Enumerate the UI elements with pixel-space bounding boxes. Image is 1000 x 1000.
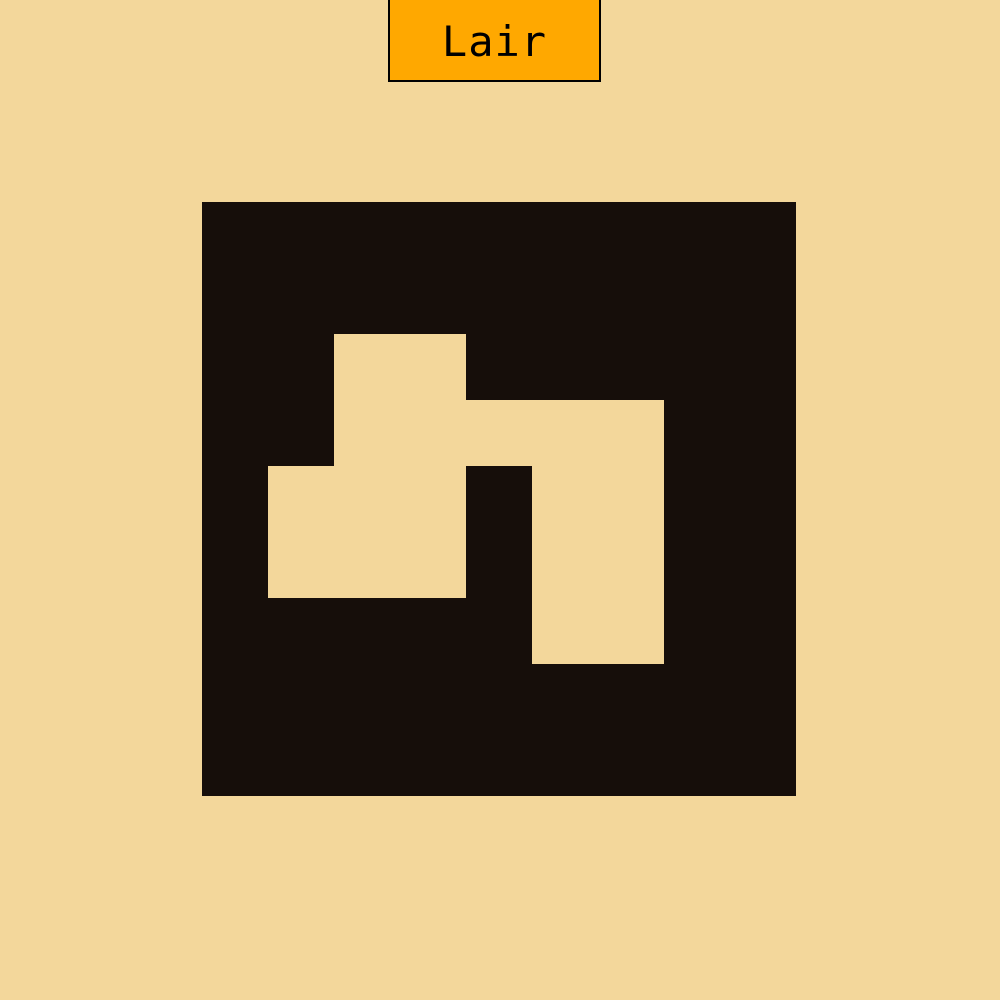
wall-tile	[664, 400, 730, 466]
wall-tile	[268, 664, 334, 730]
floor-tile	[334, 466, 400, 532]
wall-tile	[268, 202, 334, 268]
wall-tile	[730, 400, 796, 466]
wall-tile	[400, 268, 466, 334]
wall-tile	[334, 598, 400, 664]
wall-tile	[202, 334, 268, 400]
wall-tile	[466, 532, 532, 598]
wall-tile	[202, 730, 268, 796]
wall-tile	[202, 202, 268, 268]
wall-tile	[334, 202, 400, 268]
wall-tile	[598, 268, 664, 334]
wall-tile	[400, 202, 466, 268]
floor-tile	[598, 400, 664, 466]
wall-tile	[664, 664, 730, 730]
wall-tile	[730, 532, 796, 598]
floor-tile	[400, 334, 466, 400]
lair-map-grid	[202, 202, 796, 796]
wall-tile	[664, 202, 730, 268]
wall-tile	[532, 664, 598, 730]
wall-tile	[202, 598, 268, 664]
wall-tile	[268, 334, 334, 400]
floor-tile	[334, 334, 400, 400]
wall-tile	[730, 466, 796, 532]
wall-tile	[598, 202, 664, 268]
wall-tile	[202, 400, 268, 466]
location-title: Lair	[441, 16, 548, 66]
floor-tile	[532, 400, 598, 466]
location-title-tab: Lair	[388, 0, 601, 82]
game-screen: Lair	[0, 0, 1000, 1000]
wall-tile	[598, 664, 664, 730]
floor-tile	[334, 532, 400, 598]
wall-tile	[268, 268, 334, 334]
floor-tile	[598, 466, 664, 532]
wall-tile	[334, 268, 400, 334]
wall-tile	[334, 730, 400, 796]
wall-tile	[664, 532, 730, 598]
wall-tile	[466, 466, 532, 532]
floor-tile	[598, 598, 664, 664]
wall-tile	[598, 730, 664, 796]
wall-tile	[664, 730, 730, 796]
wall-tile	[268, 598, 334, 664]
wall-tile	[664, 598, 730, 664]
wall-tile	[664, 466, 730, 532]
wall-tile	[202, 466, 268, 532]
wall-tile	[730, 202, 796, 268]
floor-tile	[334, 400, 400, 466]
wall-tile	[532, 268, 598, 334]
wall-tile	[400, 664, 466, 730]
wall-tile	[400, 598, 466, 664]
wall-tile	[466, 598, 532, 664]
floor-tile	[466, 400, 532, 466]
wall-tile	[532, 730, 598, 796]
floor-tile	[532, 466, 598, 532]
floor-tile	[400, 466, 466, 532]
floor-tile	[268, 466, 334, 532]
wall-tile	[268, 400, 334, 466]
floor-tile	[400, 532, 466, 598]
wall-tile	[334, 664, 400, 730]
wall-tile	[730, 664, 796, 730]
wall-tile	[400, 730, 466, 796]
wall-tile	[730, 598, 796, 664]
wall-tile	[664, 334, 730, 400]
wall-tile	[202, 532, 268, 598]
wall-tile	[466, 202, 532, 268]
wall-tile	[466, 268, 532, 334]
wall-tile	[466, 664, 532, 730]
wall-tile	[730, 268, 796, 334]
wall-tile	[466, 730, 532, 796]
floor-tile	[268, 532, 334, 598]
wall-tile	[730, 730, 796, 796]
wall-tile	[598, 334, 664, 400]
wall-tile	[532, 202, 598, 268]
floor-tile	[400, 400, 466, 466]
floor-tile	[532, 598, 598, 664]
wall-tile	[268, 730, 334, 796]
wall-tile	[532, 334, 598, 400]
wall-tile	[664, 268, 730, 334]
wall-tile	[202, 664, 268, 730]
floor-tile	[598, 532, 664, 598]
floor-tile	[532, 532, 598, 598]
wall-tile	[202, 268, 268, 334]
wall-tile	[466, 334, 532, 400]
wall-tile	[730, 334, 796, 400]
